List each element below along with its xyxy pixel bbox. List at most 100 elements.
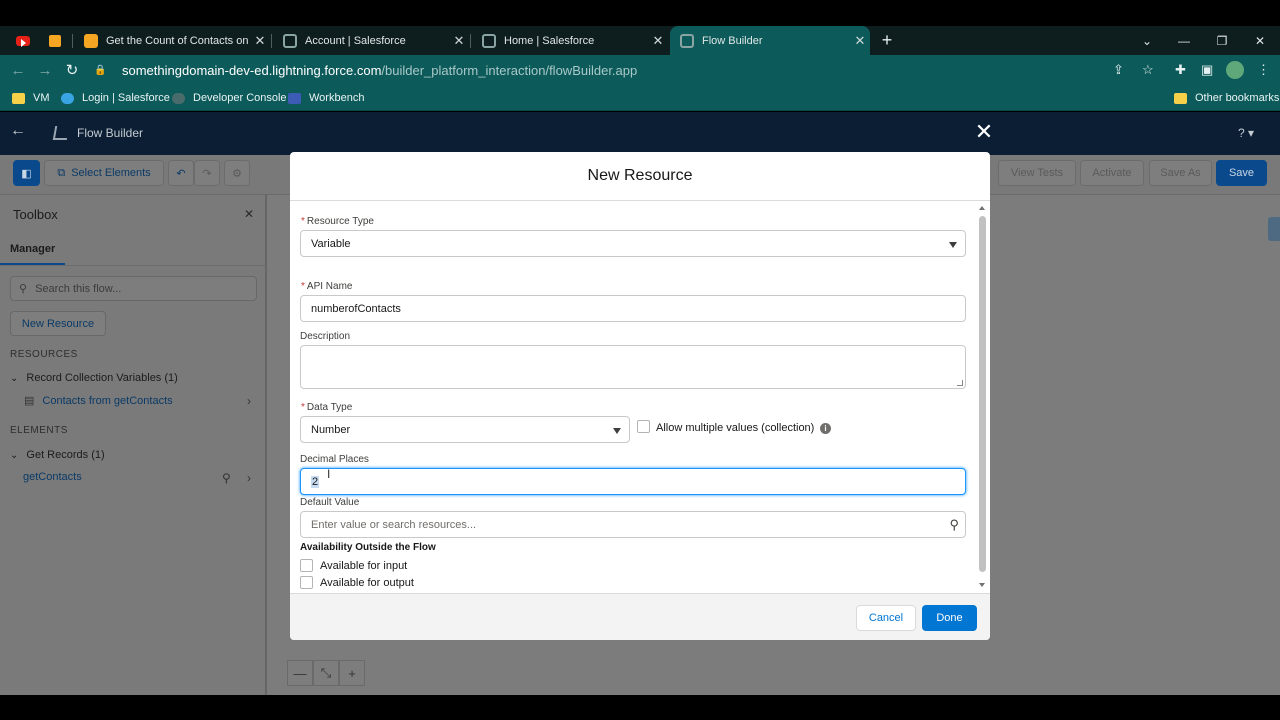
element-item-getcontacts[interactable]: getContacts	[23, 471, 82, 483]
save-button[interactable]: Save	[1216, 160, 1267, 186]
bookmark-login-salesforce[interactable]: Login | Salesforce	[61, 85, 170, 111]
new-tab-button[interactable]: +	[874, 26, 900, 55]
browser-menu-icon[interactable]: ⋮	[1257, 55, 1270, 85]
profile-avatar[interactable]	[1226, 55, 1244, 85]
select-elements-button[interactable]: ⧉ Select Elements	[44, 160, 164, 186]
youtube-pinned-tab[interactable]	[8, 26, 38, 55]
folder-icon	[1174, 92, 1187, 104]
cancel-button[interactable]: Cancel	[856, 605, 916, 631]
info-icon[interactable]: i	[820, 423, 831, 434]
description-label: Description	[300, 331, 351, 342]
view-tests-button[interactable]: View Tests	[998, 160, 1076, 186]
modal-scrollbar[interactable]	[977, 204, 987, 591]
side-panel-icon[interactable]: ▣	[1201, 55, 1213, 85]
reload-icon[interactable]: ↻	[59, 55, 85, 85]
chevron-right-icon[interactable]: ›	[247, 394, 251, 408]
resource-item-label: Contacts from getContacts	[42, 394, 173, 407]
done-button[interactable]: Done	[922, 605, 977, 631]
availability-heading: Availability Outside the Flow	[300, 542, 436, 553]
record-collection-group[interactable]: ⌄ Record Collection Variables (1)	[10, 372, 178, 384]
api-name-input[interactable]: numberofContacts	[300, 295, 966, 322]
close-tab-icon[interactable]: ✕	[449, 33, 469, 49]
decimal-places-input[interactable]: 2	[300, 468, 966, 495]
youtube-icon	[16, 35, 30, 47]
browser-tab-bar: Get the Count of Contacts on Ac ✕ Accoun…	[0, 26, 1280, 55]
close-tab-icon[interactable]: ✕	[850, 33, 870, 49]
allow-multiple-label: Allow multiple values (collection)	[656, 422, 815, 434]
app-header: ← Flow Builder ? ▾	[0, 112, 1280, 155]
share-icon[interactable]: ⇪	[1113, 55, 1124, 85]
modal-title: New Resource	[290, 152, 990, 201]
tab-flow-builder[interactable]: Flow Builder ✕	[670, 26, 870, 55]
scroll-down-arrow-icon[interactable]	[979, 583, 985, 587]
tab-search-chevron-icon[interactable]: ⌄	[1128, 26, 1166, 55]
bookmark-workbench[interactable]: Workbench	[288, 85, 364, 111]
letterbox-bar	[0, 695, 1280, 720]
data-type-value: Number	[311, 423, 351, 436]
tab-manager[interactable]: Manager	[10, 243, 55, 255]
back-arrow-icon[interactable]: ←	[10, 122, 26, 140]
data-type-select[interactable]: Number	[300, 416, 630, 443]
activate-button[interactable]: Activate	[1080, 160, 1144, 186]
undo-icon[interactable]: ↶	[168, 160, 194, 186]
get-records-group[interactable]: ⌄ Get Records (1)	[10, 449, 105, 461]
allow-multiple-checkbox[interactable]	[637, 420, 650, 433]
bookmarks-bar: VM Login | Salesforce Developer Console …	[0, 85, 1280, 111]
bookmark-other-bookmarks[interactable]: Other bookmarks	[1174, 85, 1279, 111]
collection-icon: ▤	[24, 395, 35, 407]
save-as-button[interactable]: Save As	[1149, 160, 1212, 186]
blogger-pinned-tab[interactable]	[40, 26, 70, 55]
side-panel-handle[interactable]	[1268, 217, 1280, 241]
tab-label: Get the Count of Contacts on Ac	[106, 34, 250, 47]
close-tab-icon[interactable]: ✕	[250, 33, 270, 49]
new-resource-button[interactable]: New Resource	[10, 311, 106, 336]
extensions-icon[interactable]: ✚	[1175, 55, 1186, 85]
close-window-icon[interactable]: ✕	[1241, 26, 1279, 55]
scrollbar-thumb[interactable]	[979, 216, 986, 572]
tab-home-salesforce[interactable]: Home | Salesforce ✕	[472, 26, 668, 55]
workbench-icon	[288, 92, 301, 104]
bookmark-vm[interactable]: VM	[12, 85, 50, 111]
available-for-output-checkbox[interactable]	[300, 576, 313, 589]
zoom-out-button[interactable]: —	[287, 660, 313, 686]
toggle-toolbox-button[interactable]: ◧	[13, 160, 40, 186]
resize-handle-icon[interactable]	[957, 380, 963, 386]
settings-gear-icon[interactable]: ⚙	[224, 160, 250, 186]
search-icon[interactable]: ⚲	[949, 517, 959, 533]
toolbox-title: Toolbox	[13, 207, 58, 222]
close-modal-icon[interactable]: ✕	[973, 121, 995, 143]
lock-icon: 🔒	[94, 64, 107, 76]
bookmark-developer-console[interactable]: Developer Console	[172, 85, 287, 111]
available-for-input-label: Available for input	[320, 560, 408, 572]
fit-view-button[interactable]: ⤡	[313, 660, 339, 686]
minimize-icon[interactable]: —	[1165, 26, 1203, 55]
tab-separator	[72, 34, 73, 48]
restore-icon[interactable]: ❐	[1203, 26, 1241, 55]
zoom-in-button[interactable]: +	[339, 660, 365, 686]
chevron-down-icon: ⌄	[10, 372, 19, 384]
default-value-label: Default Value	[300, 497, 360, 508]
available-for-input-checkbox[interactable]	[300, 559, 313, 572]
resource-type-select[interactable]: Variable	[300, 230, 966, 257]
chevron-right-icon[interactable]: ›	[247, 471, 251, 485]
scroll-up-arrow-icon[interactable]	[979, 206, 985, 210]
search-flow-input[interactable]: ⚲ Search this flow...	[10, 276, 257, 301]
folder-icon	[12, 92, 25, 104]
resource-item-contacts[interactable]: ▤ Contacts from getContacts	[24, 394, 173, 408]
url-field[interactable]: 🔒 somethingdomain-dev-ed.lightning.force…	[90, 59, 1280, 81]
default-value-input[interactable]: Enter value or search resources... ⚲	[300, 511, 966, 538]
salesforce-icon	[482, 33, 496, 48]
forward-arrow-icon[interactable]: →	[32, 55, 58, 85]
search-icon[interactable]: ⚲	[222, 471, 231, 485]
help-icon[interactable]: ? ▾	[1238, 126, 1254, 140]
close-toolbox-icon[interactable]: ✕	[244, 207, 254, 221]
tab-get-count-contacts[interactable]: Get the Count of Contacts on Ac ✕	[74, 26, 270, 55]
description-textarea[interactable]	[300, 345, 966, 389]
tab-label: Flow Builder	[702, 34, 763, 47]
redo-icon[interactable]: ↷	[194, 160, 220, 186]
text-cursor-icon: I	[327, 467, 331, 481]
close-tab-icon[interactable]: ✕	[648, 33, 668, 49]
tab-account-salesforce[interactable]: Account | Salesforce ✕	[273, 26, 469, 55]
back-arrow-icon[interactable]: ←	[5, 55, 31, 85]
bookmark-star-icon[interactable]: ☆	[1142, 55, 1154, 85]
